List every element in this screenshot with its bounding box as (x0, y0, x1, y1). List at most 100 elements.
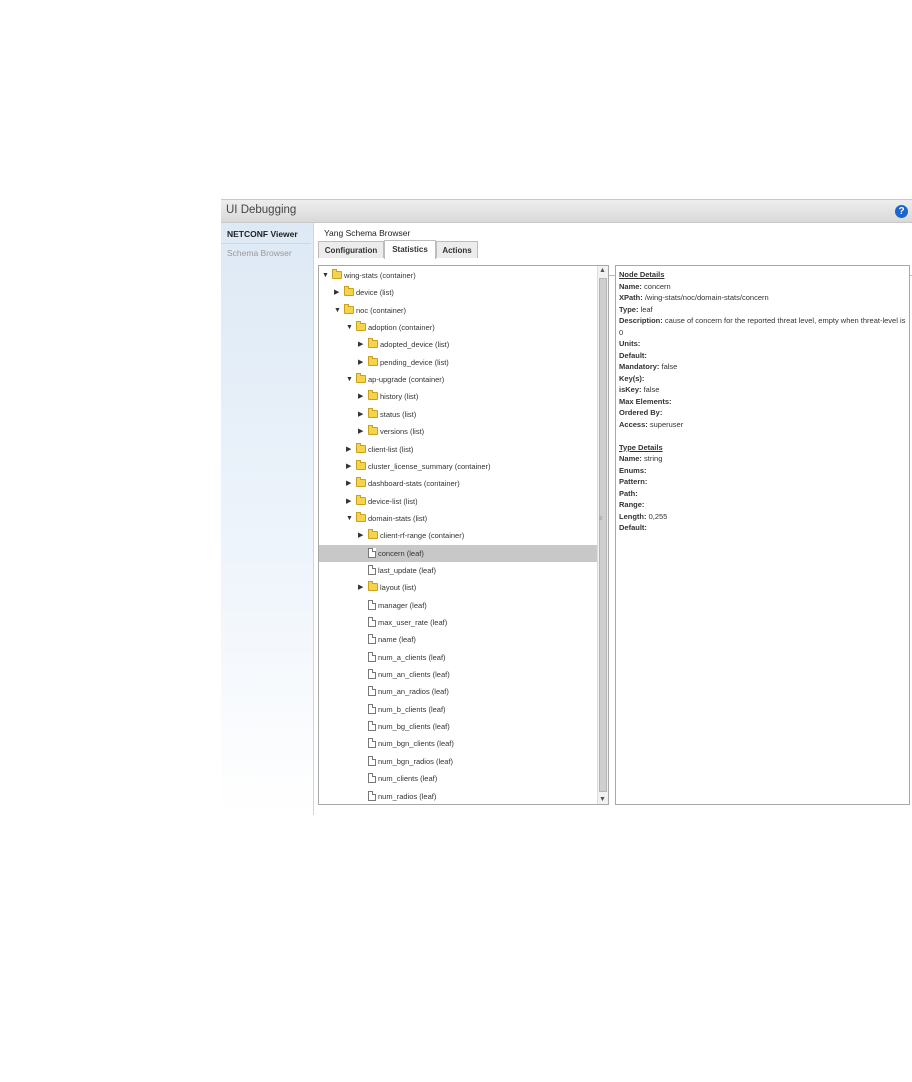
file-icon (368, 651, 376, 662)
folder-icon (368, 338, 378, 349)
tree-row[interactable]: num_an_radios (leaf) (319, 683, 597, 700)
tree-row[interactable]: ▶ versions (list) (319, 423, 597, 440)
scroll-up-icon[interactable]: ▲ (599, 267, 606, 274)
node-detail-value: false (641, 385, 660, 394)
tree-row[interactable]: num_an_clients (leaf) (319, 666, 597, 683)
tree-row[interactable]: num_bgn_radios (leaf) (319, 753, 597, 770)
expand-arrow-right-icon[interactable]: ▶ (358, 388, 363, 405)
tree-row[interactable]: ▶ device (list) (319, 284, 597, 301)
file-icon (368, 686, 376, 697)
tree-row[interactable]: num_bgn_clients (leaf) (319, 735, 597, 752)
tree-row[interactable]: ▼ domain-stats (list) (319, 510, 597, 527)
node-detail-key: Access: (619, 419, 648, 429)
tree-row-label: num_bg_clients (leaf) (378, 722, 450, 732)
tree-row[interactable]: ▶ history (list) (319, 388, 597, 405)
tree-row[interactable]: ▼ noc (container) (319, 302, 597, 319)
type-detail-row: Default: (619, 522, 906, 534)
tree-row[interactable]: ▶ device-list (list) (319, 493, 597, 510)
main-content: Yang Schema Browser Configuration Statis… (318, 223, 912, 815)
sidebar-item-schema-browser[interactable]: Schema Browser (221, 243, 311, 261)
expand-arrow-down-icon[interactable]: ▼ (334, 302, 341, 319)
ui-debugging-panel: UI Debugging ? NETCONF Viewer Schema Bro… (221, 199, 912, 815)
node-detail-row: Name: concern (619, 281, 906, 293)
tree-row[interactable]: num_clients (leaf) (319, 770, 597, 787)
tree-row[interactable]: num_radios (leaf) (319, 788, 597, 805)
expand-arrow-right-icon[interactable]: ▶ (358, 336, 363, 353)
folder-icon (356, 477, 366, 488)
expand-arrow-right-icon[interactable]: ▶ (346, 475, 351, 492)
tree-row[interactable]: num_bg_clients (leaf) (319, 718, 597, 735)
expand-arrow-right-icon[interactable]: ▶ (334, 284, 339, 301)
tree-row-label: num_bgn_radios (leaf) (378, 756, 454, 766)
expand-arrow-down-icon[interactable]: ▼ (322, 267, 329, 284)
node-detail-key: XPath: (619, 293, 643, 302)
tree-row-label: num_bgn_clients (leaf) (378, 739, 454, 749)
type-detail-row: Enums: (619, 465, 906, 477)
expand-arrow-right-icon[interactable]: ▶ (346, 493, 351, 510)
tree-row-label: num_an_clients (leaf) (378, 670, 450, 680)
file-icon (368, 547, 376, 558)
expand-arrow-right-icon[interactable]: ▶ (346, 458, 351, 475)
tree-row[interactable]: concern (leaf) (319, 544, 597, 562)
node-detail-key: Units: (619, 339, 641, 348)
folder-icon (356, 494, 366, 505)
type-detail-key: Pattern: (619, 477, 648, 486)
file-icon (368, 721, 376, 732)
tree-row[interactable]: ▶ status (list) (319, 406, 597, 423)
tree-row-label: client-rf-range (container) (380, 531, 465, 541)
scroll-thumb[interactable] (599, 278, 607, 792)
folder-icon (356, 442, 366, 453)
tree-row[interactable]: ▼ adoption (container) (319, 319, 597, 336)
tree-row-label: adopted_device (list) (380, 340, 450, 350)
node-detail-key: Name: (619, 281, 642, 291)
tree-row[interactable]: num_a_clients (leaf) (319, 649, 597, 666)
help-icon[interactable]: ? (895, 205, 908, 218)
type-detail-row: Path: (619, 488, 906, 500)
tree-row[interactable]: ▶ client-list (list) (319, 441, 597, 458)
tree-scrollbar[interactable]: ▲ ≡ ▼ (597, 266, 608, 804)
expand-arrow-right-icon[interactable]: ▶ (358, 354, 363, 371)
expand-arrow-down-icon[interactable]: ▼ (346, 319, 353, 336)
tree-row[interactable]: num_b_clients (leaf) (319, 701, 597, 718)
sidebar-divider (313, 223, 314, 815)
tree-row[interactable]: ▶ dashboard-stats (container) (319, 475, 597, 492)
tree-row[interactable]: manager (leaf) (319, 597, 597, 614)
tab-statistics[interactable]: Statistics (384, 240, 436, 259)
expand-arrow-right-icon[interactable]: ▶ (358, 423, 363, 440)
tab-configuration[interactable]: Configuration (318, 241, 384, 258)
tree-row[interactable]: ▶ cluster_license_summary (container) (319, 458, 597, 475)
expand-arrow-down-icon[interactable]: ▼ (346, 371, 353, 388)
folder-icon (368, 407, 378, 418)
scroll-down-icon[interactable]: ▼ (599, 796, 606, 803)
node-detail-row: XPath: /wing-stats/noc/domain-stats/conc… (619, 292, 906, 304)
tree-row[interactable]: ▼ ap-upgrade (container) (319, 371, 597, 388)
node-details-list: Name: concern XPath: /wing-stats/noc/doma… (619, 281, 906, 431)
sidebar-item-netconf-viewer[interactable]: NETCONF Viewer (221, 225, 311, 243)
tree-row[interactable]: last_update (leaf) (319, 562, 597, 579)
tree-row[interactable]: ▶ adopted_device (list) (319, 336, 597, 353)
expand-arrow-right-icon[interactable]: ▶ (358, 527, 363, 544)
expand-arrow-right-icon[interactable]: ▶ (346, 441, 351, 458)
tree-row[interactable]: ▶ layout (list) (319, 579, 597, 596)
tree-row[interactable]: ▶ client-rf-range (container) (319, 527, 597, 544)
expand-arrow-down-icon[interactable]: ▼ (346, 510, 353, 527)
expand-arrow-right-icon[interactable]: ▶ (358, 406, 363, 423)
node-detail-row: Ordered By: (619, 407, 906, 419)
tree-row-label: name (leaf) (378, 635, 416, 645)
node-detail-value: cause of concern for the reported threat… (619, 316, 906, 337)
type-detail-key: Enums: (619, 465, 647, 475)
folder-open-icon (356, 511, 366, 522)
folder-icon (368, 425, 378, 436)
expand-arrow-right-icon[interactable]: ▶ (358, 579, 363, 596)
tree-row[interactable]: ▼ wing-stats (container) (319, 267, 597, 284)
type-detail-row: Name: string (619, 453, 906, 465)
tree-row[interactable]: ▶ pending_device (list) (319, 354, 597, 371)
node-detail-key: Description: (619, 316, 663, 325)
tree-row[interactable]: name (leaf) (319, 631, 597, 648)
tree-row[interactable]: max_user_rate (leaf) (319, 614, 597, 631)
tab-actions[interactable]: Actions (436, 241, 478, 258)
file-icon (368, 599, 376, 610)
type-detail-key: Default: (619, 523, 647, 532)
tree-row-label: max_user_rate (leaf) (378, 618, 448, 627)
schema-tree[interactable]: ▼ wing-stats (container) ▶ device (list) ▼ no… (318, 265, 609, 805)
